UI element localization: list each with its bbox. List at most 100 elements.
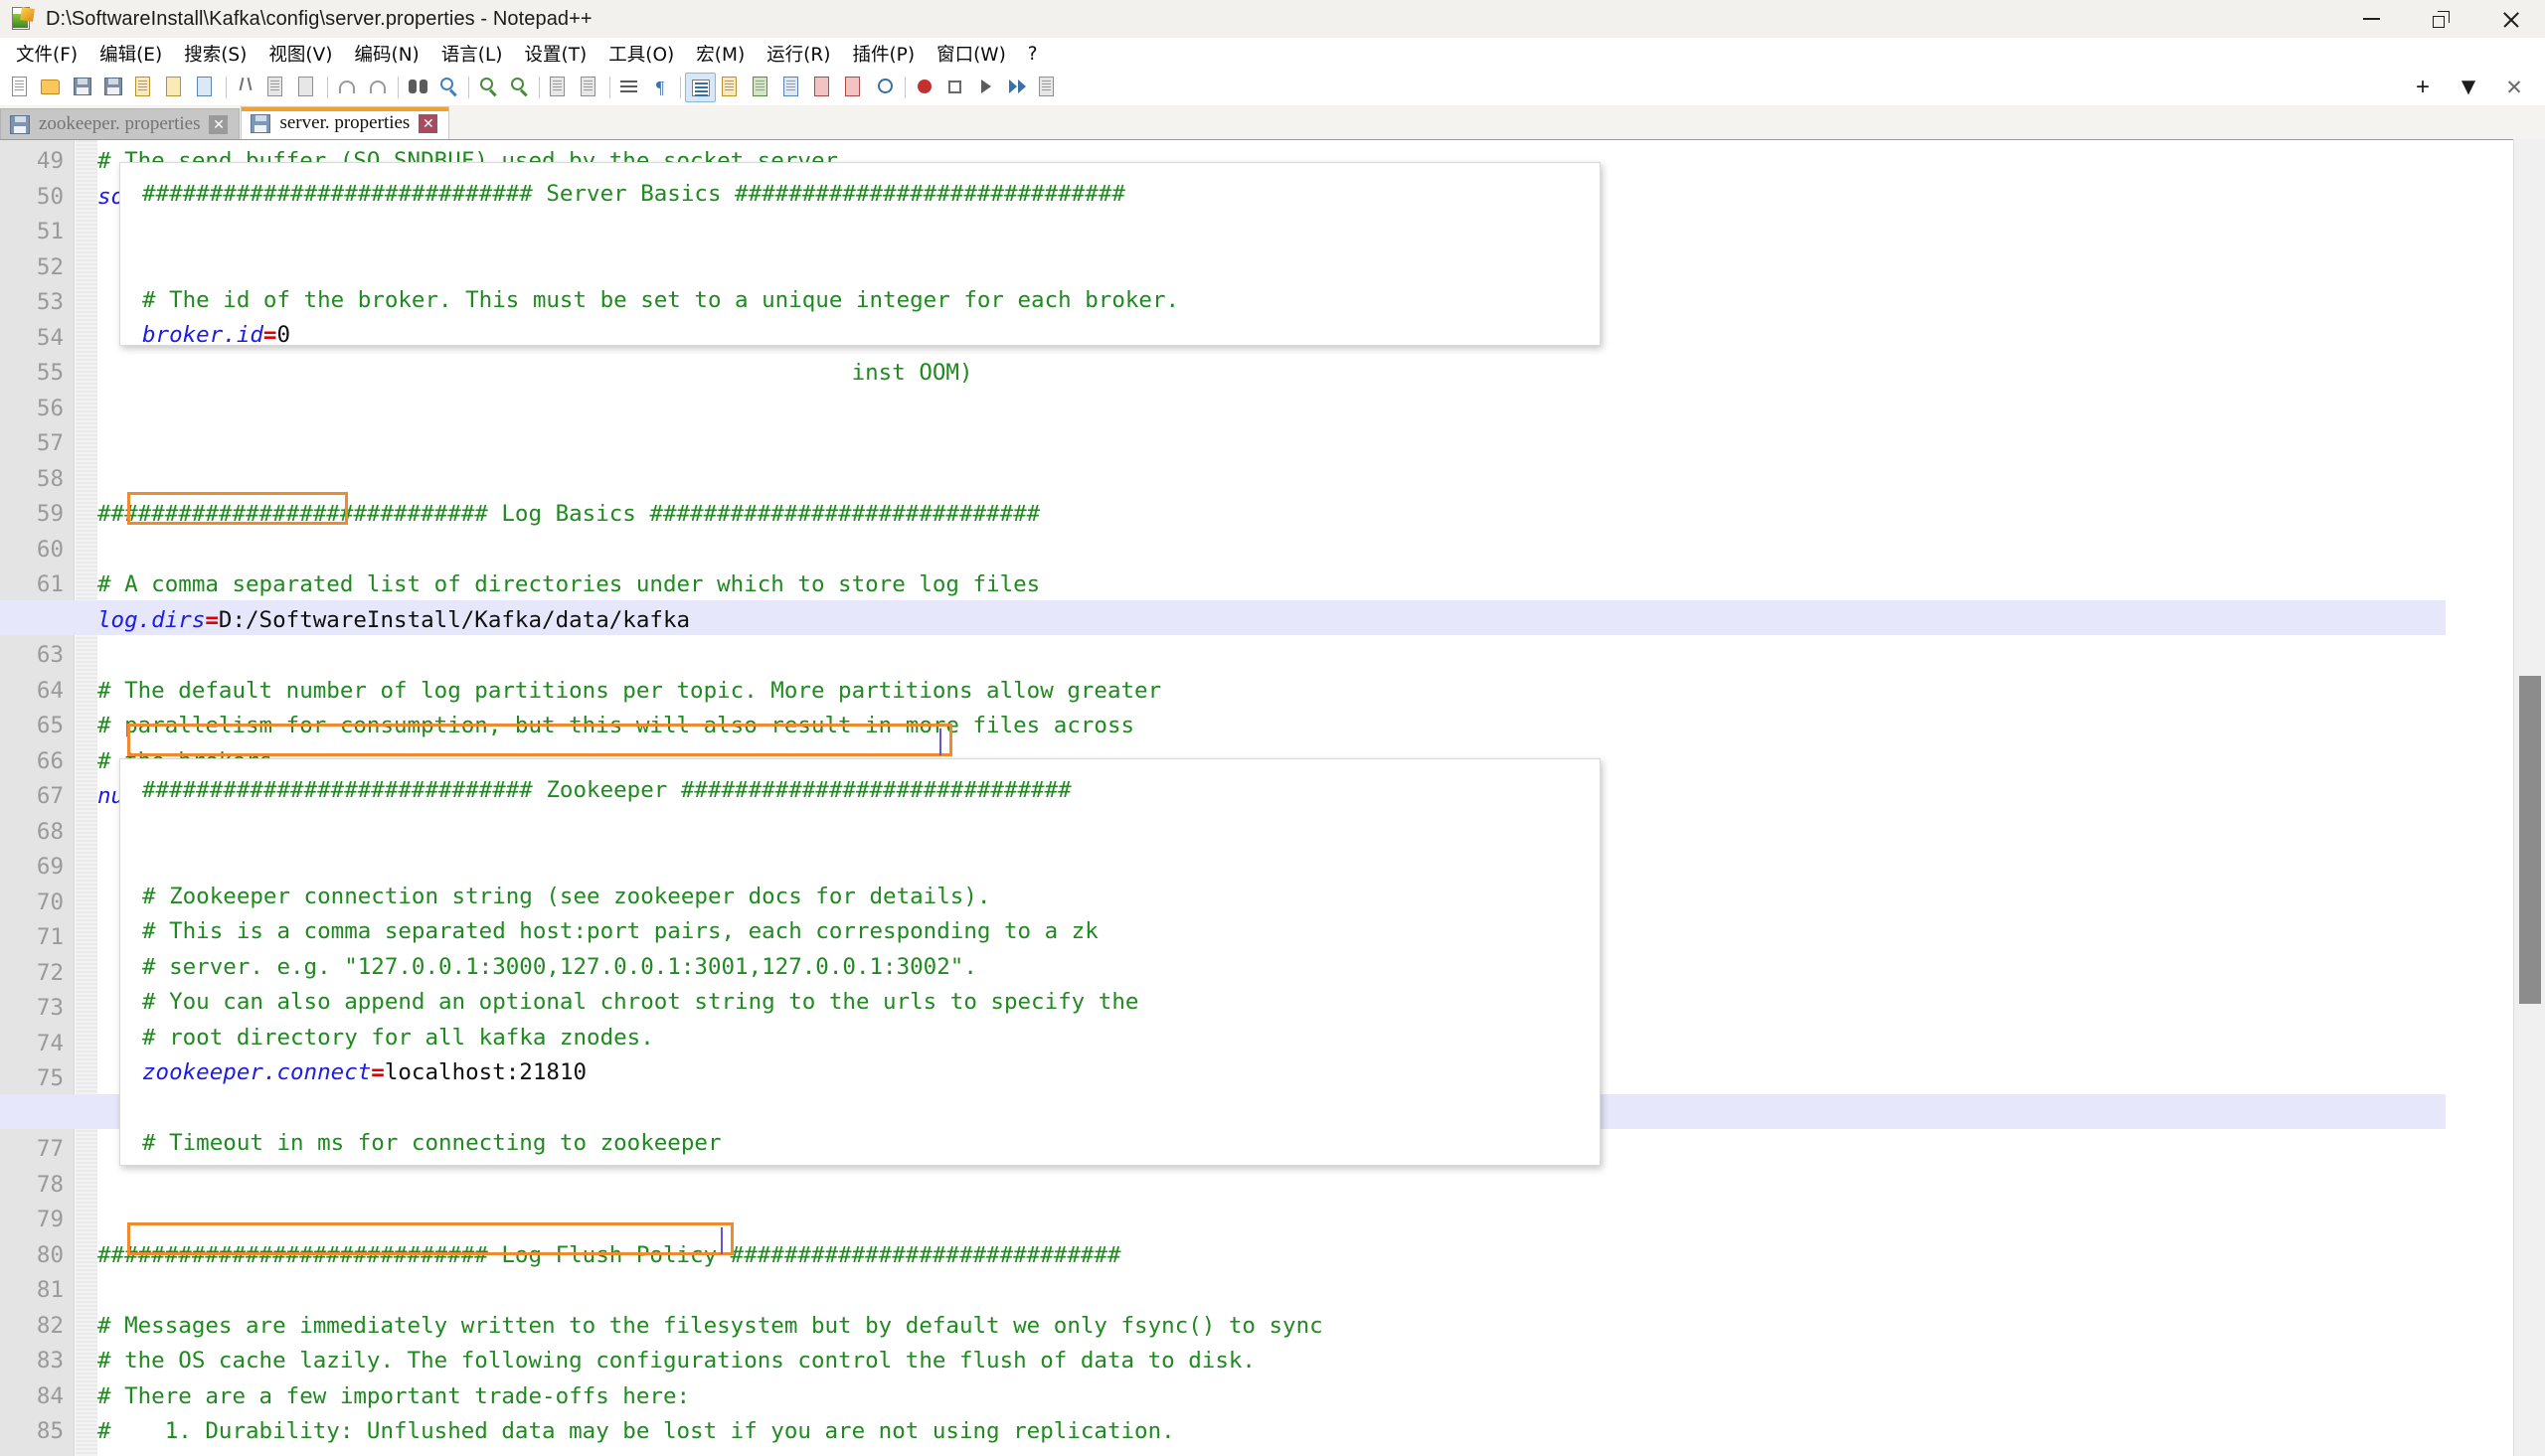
run-macro-multiple-icon[interactable]: [1002, 73, 1033, 102]
save-all-icon[interactable]: [98, 73, 129, 102]
menu-item-tools[interactable]: 工具(O): [597, 37, 685, 71]
add-tab-button[interactable]: +: [2400, 71, 2446, 104]
function-list-icon[interactable]: [808, 73, 839, 102]
code-line[interactable]: # 2. Latency: Very large flush intervals…: [97, 1450, 2545, 1456]
menu-item-settings[interactable]: 设置(T): [514, 37, 598, 71]
word-wrap-icon[interactable]: [614, 73, 645, 102]
code-line[interactable]: [142, 247, 1600, 283]
vertical-scrollbar[interactable]: [2513, 139, 2545, 1456]
code-line[interactable]: # The default number of log partitions p…: [97, 674, 2545, 710]
zoom-in-icon[interactable]: [473, 73, 504, 102]
code-line[interactable]: ############################# Server Bas…: [142, 177, 1600, 213]
record-macro-icon[interactable]: [910, 73, 940, 102]
menu-item-window[interactable]: 窗口(W): [926, 37, 1017, 71]
monitoring-icon[interactable]: [870, 73, 901, 102]
code-line[interactable]: [97, 1273, 2545, 1309]
redo-icon[interactable]: [363, 73, 394, 102]
code-line[interactable]: # root directory for all kafka znodes.: [142, 1021, 1600, 1056]
code-line[interactable]: log.dirs=D:/SoftwareInstall/Kafka/data/k…: [97, 603, 2545, 639]
close-all-icon[interactable]: [160, 73, 191, 102]
code-line[interactable]: # You can also append an optional chroot…: [142, 985, 1600, 1021]
code-line[interactable]: [97, 638, 2545, 674]
code-line[interactable]: [97, 392, 2545, 427]
menu-item-edit[interactable]: 编辑(E): [88, 37, 173, 71]
replace-icon[interactable]: [433, 73, 464, 102]
close-file-icon[interactable]: [129, 73, 160, 102]
code-line[interactable]: inst OOM): [97, 356, 2545, 392]
play-macro-icon[interactable]: [971, 73, 1002, 102]
text-editor[interactable]: 4950515253545556575859606162636465666768…: [0, 139, 2545, 1456]
menu-item-macro[interactable]: 宏(M): [685, 37, 756, 71]
user-define-dialog-icon[interactable]: [716, 73, 747, 102]
close-tab-button[interactable]: ✕: [2491, 71, 2537, 104]
text-caret: [721, 1227, 723, 1254]
folder-workspace-icon[interactable]: [839, 73, 870, 102]
code-line[interactable]: [97, 1168, 2545, 1204]
stop-macro-icon[interactable]: [940, 73, 971, 102]
code-line[interactable]: # the OS cache lazily. The following con…: [97, 1344, 2545, 1379]
menu-item-search[interactable]: 搜索(S): [173, 37, 257, 71]
menu-item-help[interactable]: ?: [1017, 40, 1049, 69]
line-number: 56: [36, 395, 64, 421]
indent-guide-icon[interactable]: [685, 73, 716, 102]
print-icon[interactable]: [191, 73, 222, 102]
fold-margin[interactable]: [76, 140, 97, 1456]
code-line[interactable]: [142, 213, 1600, 248]
sync-vertical-icon[interactable]: [544, 73, 575, 102]
document-map-icon[interactable]: [747, 73, 777, 102]
tab-list-button[interactable]: ▼: [2446, 71, 2491, 104]
menu-item-plugins[interactable]: 插件(P): [841, 37, 926, 71]
tab-close-icon[interactable]: ✕: [419, 113, 438, 133]
tab-zookeeper-properties[interactable]: zookeeper. properties ✕: [0, 108, 241, 139]
menu-item-language[interactable]: 语言(L): [430, 37, 514, 71]
line-number: 75: [36, 1065, 64, 1091]
code-line[interactable]: [142, 809, 1600, 845]
panel-code[interactable]: ############################# Server Bas…: [120, 163, 1600, 345]
new-file-icon[interactable]: [6, 73, 37, 102]
code-line[interactable]: ############################# Zookeeper …: [142, 773, 1600, 809]
code-line[interactable]: # server. e.g. "127.0.0.1:3000,127.0.0.1…: [142, 950, 1600, 986]
code-line[interactable]: [97, 462, 2545, 498]
code-line[interactable]: # A comma separated list of directories …: [97, 567, 2545, 603]
paste-icon[interactable]: [292, 73, 323, 102]
open-file-icon[interactable]: [37, 73, 68, 102]
zoom-out-icon[interactable]: [504, 73, 535, 102]
menu-item-file[interactable]: 文件(F): [5, 37, 88, 71]
code-line[interactable]: # This is a comma separated host:port pa…: [142, 914, 1600, 950]
copy-icon[interactable]: [261, 73, 292, 102]
code-line[interactable]: broker.id=0: [142, 318, 1600, 345]
show-all-chars-icon[interactable]: ¶: [645, 73, 676, 102]
code-line[interactable]: # Messages are immediately written to th…: [97, 1309, 2545, 1345]
save-macro-icon[interactable]: [1033, 73, 1064, 102]
code-line[interactable]: [97, 426, 2545, 462]
save-icon[interactable]: [68, 73, 98, 102]
code-line[interactable]: # The id of the broker. This must be set…: [142, 283, 1600, 319]
maximize-button[interactable]: [2406, 0, 2475, 38]
close-button[interactable]: [2475, 0, 2545, 38]
menu-item-run[interactable]: 运行(R): [756, 37, 841, 71]
line-number: 84: [36, 1382, 64, 1409]
panel-code[interactable]: ############################# Zookeeper …: [120, 759, 1600, 1165]
code-line[interactable]: # 1. Durability: Unflushed data may be l…: [97, 1414, 2545, 1450]
menu-item-view[interactable]: 视图(V): [257, 37, 343, 71]
code-line[interactable]: ############################# Log Basics…: [97, 497, 2545, 533]
vertical-scrollbar-thumb[interactable]: [2519, 676, 2541, 1004]
log-dirs-highlight: [127, 724, 952, 756]
code-line[interactable]: zookeeper.connect=localhost:21810: [142, 1055, 1600, 1091]
tab-server-properties[interactable]: server. properties ✕: [241, 106, 450, 139]
undo-icon[interactable]: [332, 73, 363, 102]
minimize-button[interactable]: [2336, 0, 2406, 38]
tab-close-icon[interactable]: ✕: [209, 114, 229, 134]
code-line[interactable]: [97, 533, 2545, 568]
code-line[interactable]: # There are a few important trade-offs h…: [97, 1379, 2545, 1415]
cut-icon[interactable]: [231, 73, 261, 102]
code-line[interactable]: [142, 844, 1600, 880]
code-line[interactable]: # Timeout in ms for connecting to zookee…: [142, 1126, 1600, 1162]
menu-item-encoding[interactable]: 编码(N): [343, 37, 429, 71]
code-line[interactable]: # Zookeeper connection string (see zooke…: [142, 880, 1600, 915]
document-list-icon[interactable]: [777, 73, 808, 102]
code-line[interactable]: [142, 1091, 1600, 1127]
find-icon[interactable]: [403, 73, 433, 102]
code-line[interactable]: zookeeper.connection.timeout.ms=18000: [142, 1162, 1600, 1166]
sync-horizontal-icon[interactable]: [575, 73, 605, 102]
